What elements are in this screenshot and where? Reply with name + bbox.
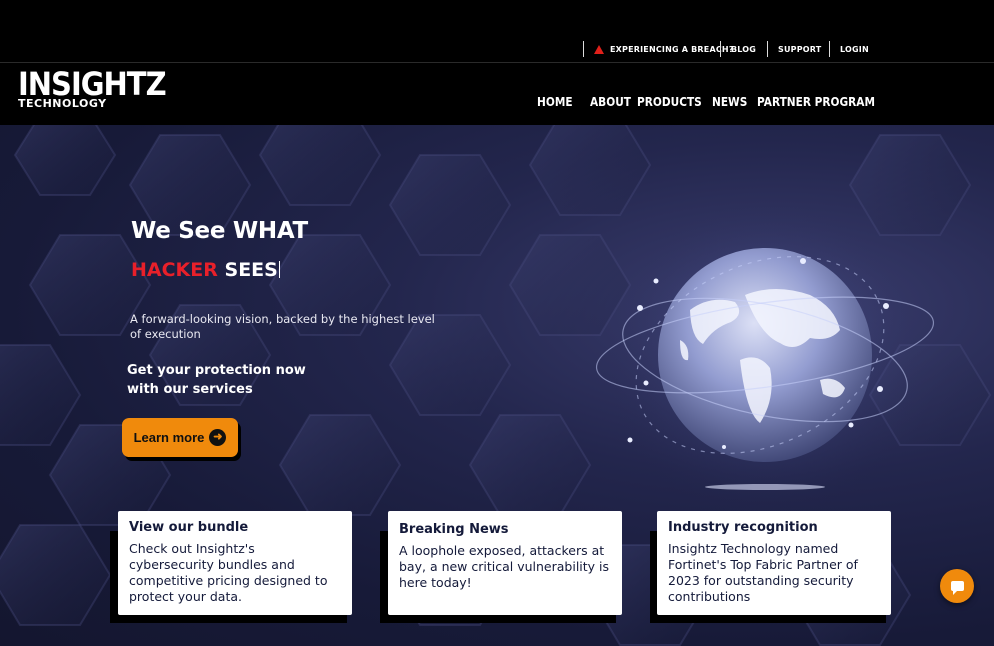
breach-label: EXPERIENCING A BREACH? — [610, 44, 734, 54]
breach-link[interactable]: EXPERIENCING A BREACH? — [583, 40, 734, 58]
support-link[interactable]: SUPPORT — [767, 40, 821, 58]
nav-products[interactable]: PRODUCTS — [637, 95, 702, 109]
site-logo[interactable]: INSIGHTZ TECHNOLOGY — [18, 65, 167, 110]
hero-title: We See WHAT — [131, 218, 308, 244]
divider — [767, 41, 768, 57]
card-body: Check out Insightz's cybersecurity bundl… — [129, 541, 328, 604]
blog-label: BLOG — [731, 44, 757, 54]
learn-more-button[interactable]: Learn more ➜ — [122, 418, 238, 457]
card-title: View our bundle — [129, 520, 249, 535]
card-view-bundle[interactable]: View our bundle Check out Insightz's cyb… — [118, 511, 352, 615]
card-title: Breaking News — [399, 522, 509, 537]
card-industry-recognition[interactable]: Industry recognition Insightz Technology… — [657, 511, 891, 615]
divider — [583, 41, 584, 57]
card-body: Insightz Technology named Fortinet's Top… — [668, 541, 858, 604]
card-title: Industry recognition — [668, 520, 818, 535]
hero-subtitle: A forward-looking vision, backed by the … — [130, 312, 435, 341]
login-label: LOGIN — [840, 44, 869, 54]
hero-cta-text: Get your protection now with our service… — [127, 363, 306, 397]
card-body: A loophole exposed, attackers at bay, a … — [399, 543, 610, 590]
arrow-right-circle-icon: ➜ — [209, 429, 227, 446]
blog-link[interactable]: BLOG — [720, 40, 756, 58]
nav-about[interactable]: ABOUT — [590, 95, 631, 109]
warning-icon — [594, 44, 604, 54]
learn-more-label: Learn more — [133, 430, 205, 445]
nav-home[interactable]: HOME — [537, 95, 573, 109]
support-label: SUPPORT — [778, 44, 822, 54]
login-link[interactable]: LOGIN — [829, 40, 869, 58]
typing-caret — [278, 261, 281, 278]
chat-button[interactable] — [940, 569, 974, 603]
hero-title-highlight: HACKER — [131, 259, 218, 281]
hero-title-typed: HACKER SEES — [131, 259, 281, 281]
card-breaking-news[interactable]: Breaking News A loophole exposed, attack… — [388, 511, 622, 615]
hero-title-rest: SEES — [217, 259, 278, 281]
nav-partner-program[interactable]: PARTNER PROGRAM — [757, 95, 875, 109]
chat-bubble-icon — [950, 581, 964, 595]
logo-wordmark: INSIGHTZ — [18, 65, 167, 103]
nav-news[interactable]: NEWS — [712, 95, 747, 109]
divider — [720, 41, 721, 57]
divider — [829, 41, 830, 57]
